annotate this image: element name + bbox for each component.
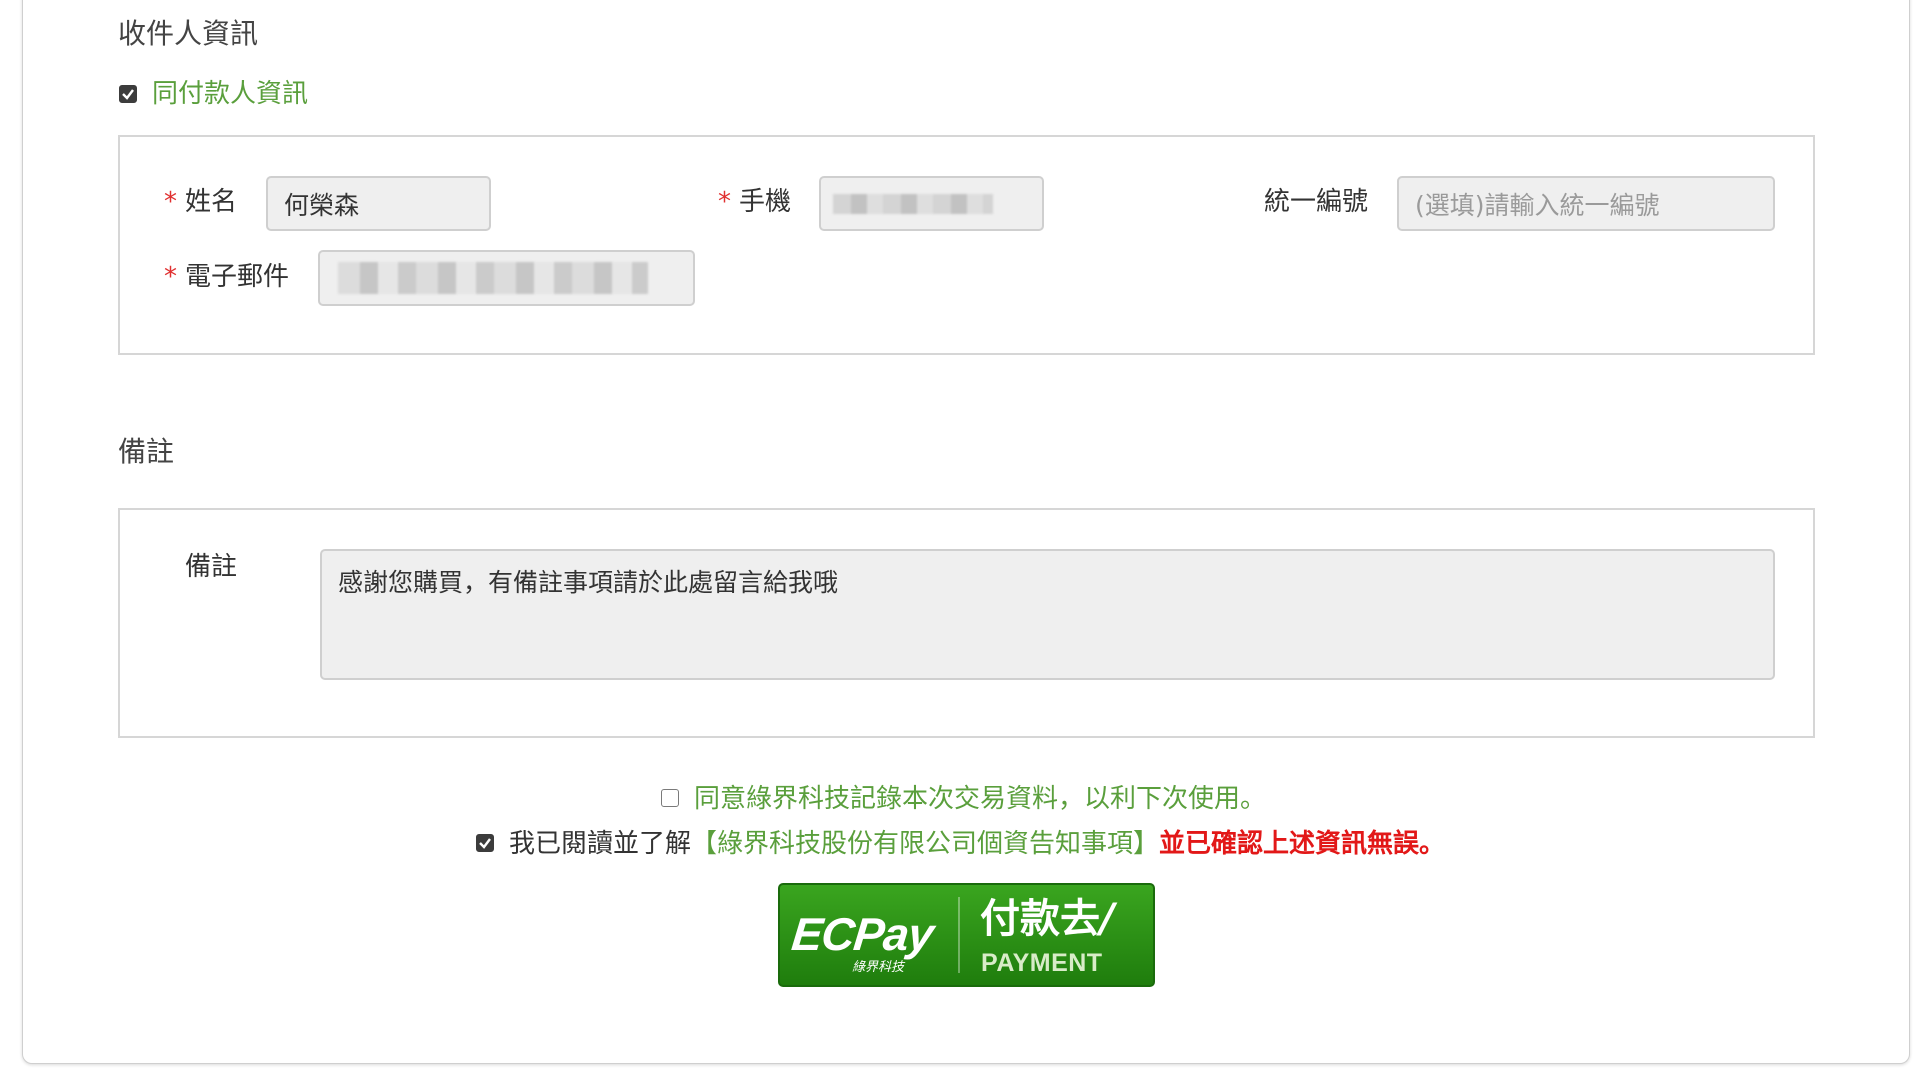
email-input[interactable]: [318, 250, 695, 306]
privacy-consent-suffix: 並已確認上述資訊無誤。: [1159, 829, 1446, 859]
redacted-email: [338, 262, 648, 294]
privacy-consent-checkbox[interactable]: [476, 834, 494, 852]
email-label: * 電子郵件: [164, 262, 290, 292]
payment-sub-text: PAYMENT: [981, 949, 1103, 977]
checkmark-icon: [122, 89, 134, 100]
required-mark: *: [718, 187, 731, 217]
same-as-payer-checkbox[interactable]: [119, 85, 137, 103]
remarks-section-title: 備註: [118, 435, 175, 468]
required-mark: *: [164, 187, 177, 217]
ecpay-logo: ECPay 綠界科技: [780, 885, 958, 985]
tax-id-input[interactable]: (選填)請輸入統一編號: [1397, 176, 1775, 231]
recipient-section-title: 收件人資訊: [118, 17, 259, 50]
payment-text-block: 付款去/ PAYMENT: [960, 885, 1153, 985]
name-label: * 姓名: [164, 187, 238, 217]
name-input[interactable]: 何榮森: [266, 176, 491, 231]
record-transaction-label[interactable]: 同意綠界科技記錄本次交易資料，以利下次使用。: [694, 786, 1266, 812]
privacy-notice-link[interactable]: 【綠界科技股份有限公司個資告知事項】: [691, 829, 1159, 859]
ecpay-logo-subtext: 綠界科技: [852, 960, 905, 975]
tax-id-label: 統一編號: [1264, 187, 1369, 217]
checkmark-icon: [479, 838, 491, 849]
phone-label: * 手機: [718, 187, 792, 217]
same-as-payer-label[interactable]: 同付款人資訊: [152, 81, 308, 107]
privacy-consent-prefix: 我已閱讀並了解: [509, 829, 692, 859]
record-transaction-checkbox[interactable]: [661, 789, 679, 807]
redacted-phone: [833, 194, 993, 214]
payment-main-text: 付款去/: [980, 896, 1115, 942]
phone-input[interactable]: [819, 176, 1044, 231]
ecpay-logo-text: ECPay: [789, 908, 936, 960]
required-mark: *: [164, 262, 177, 292]
recipient-panel: [118, 135, 1815, 355]
remarks-textarea[interactable]: 感謝您購買，有備註事項請於此處留言給我哦: [320, 549, 1775, 680]
remarks-label: 備註: [185, 552, 238, 582]
ecpay-payment-button[interactable]: ECPay 綠界科技 付款去/ PAYMENT: [778, 883, 1155, 987]
privacy-consent-line: 我已閱讀並了解【綠界科技股份有限公司個資告知事項】並已確認上述資訊無誤。: [509, 831, 1445, 857]
